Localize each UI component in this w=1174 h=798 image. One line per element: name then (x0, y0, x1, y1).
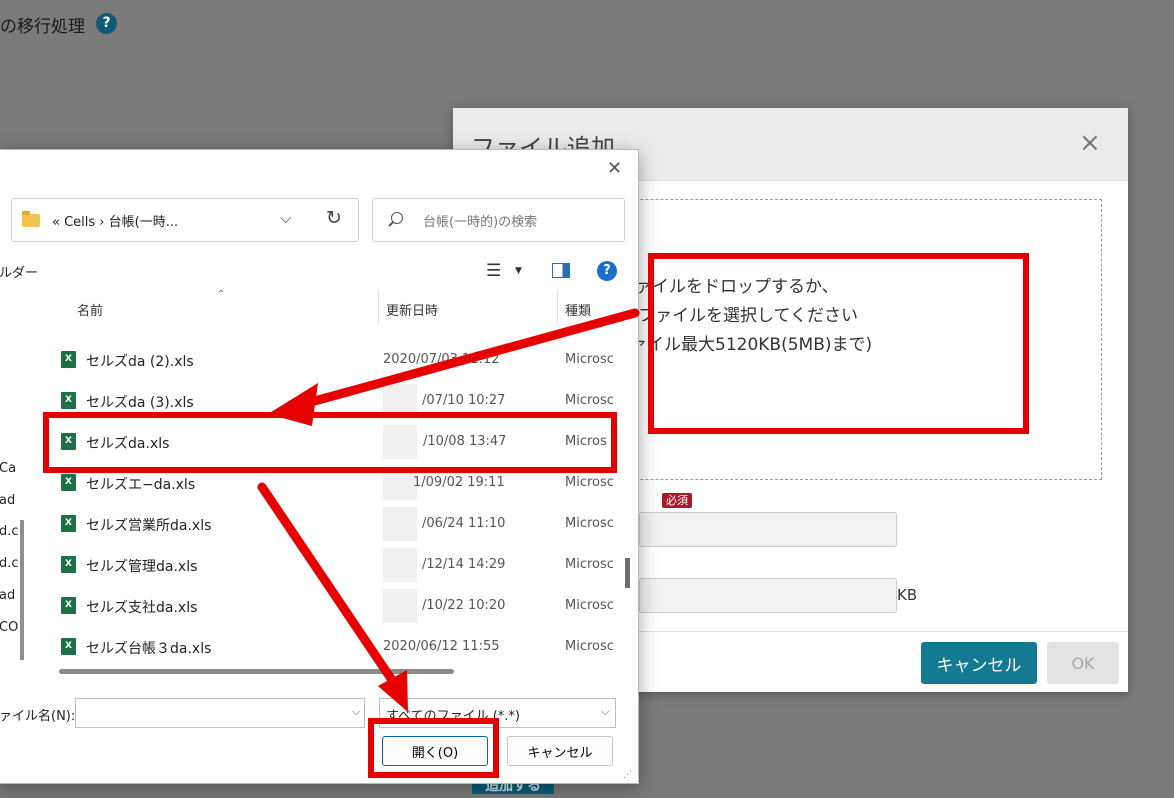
annotation-arrows (257, 308, 640, 712)
arrow-head (268, 383, 318, 426)
arrow-to-file (295, 308, 640, 410)
arrow-to-open (257, 482, 399, 688)
